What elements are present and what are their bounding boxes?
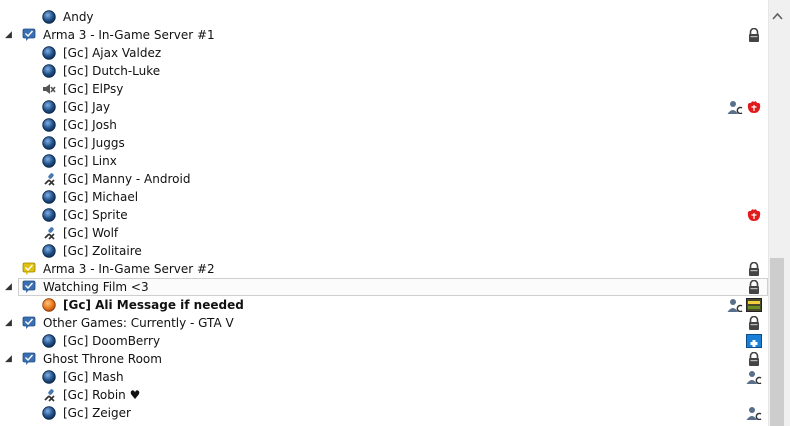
client-name: [Gc] DoomBerry	[63, 334, 161, 348]
channel-row[interactable]: ◢ Other Games: Currently - GTA V	[0, 314, 768, 332]
client-name: [Gc] Zolitaire	[63, 244, 142, 258]
client-row[interactable]: [Gc] Josh	[0, 116, 768, 134]
client-name: Andy	[63, 10, 94, 24]
client-name: [Gc] Ajax Valdez	[63, 46, 162, 60]
lock-icon	[746, 261, 762, 276]
expand-collapse-icon[interactable]: ◢	[5, 278, 15, 296]
client-name: [Gc] Dutch-Luke	[63, 64, 161, 78]
client-name: [Gc] Wolf	[63, 226, 119, 240]
lock-icon	[746, 351, 762, 366]
channel-icon	[22, 280, 36, 294]
client-name: [Gc] Josh	[63, 118, 117, 132]
channel-name: Other Games: Currently - GTA V	[43, 316, 234, 330]
contact-icon	[746, 406, 762, 421]
client-name: [Gc] Sprite	[63, 208, 128, 222]
channel-row[interactable]: ◢ Ghost Throne Room	[0, 350, 768, 368]
client-row[interactable]: [Gc] Ajax Valdez	[0, 44, 768, 62]
contact-icon	[746, 370, 762, 385]
army-badge-icon	[746, 298, 762, 312]
speaker-muted-icon	[42, 82, 56, 96]
user-status-icon	[42, 244, 56, 258]
nhs-badge-icon	[746, 334, 762, 348]
expand-collapse-icon[interactable]: ◢	[5, 314, 15, 332]
client-name: [Gc] Robin ♥	[63, 388, 141, 402]
user-status-icon	[42, 370, 56, 384]
user-status-icon	[42, 118, 56, 132]
client-row[interactable]: [Gc] Juggs	[0, 134, 768, 152]
client-name: [Gc] Manny - Android	[63, 172, 191, 186]
client-name: [Gc] Mash	[63, 370, 124, 384]
client-row[interactable]: [Gc] Mash	[0, 368, 768, 386]
user-away-icon	[42, 298, 56, 312]
client-row[interactable]: [Gc] Wolf	[0, 224, 768, 242]
channel-name: Watching Film <3	[43, 280, 149, 294]
channel-tree-window: Andy ◢ Arma 3 - In-Game Server #1 [Gc] Ajax…	[0, 0, 790, 426]
client-row[interactable]: [Gc] ElPsy	[0, 80, 768, 98]
scroll-up-arrow-icon[interactable]	[769, 8, 786, 25]
scrollbar-thumb[interactable]	[770, 258, 784, 426]
client-row[interactable]: [Gc] Zolitaire	[0, 242, 768, 260]
window-edge	[785, 0, 790, 426]
expand-collapse-icon[interactable]: ◢	[5, 26, 15, 44]
client-row[interactable]: [Gc] Michael	[0, 188, 768, 206]
client-row[interactable]: [Gc] Dutch-Luke	[0, 62, 768, 80]
channel-row[interactable]: Arma 3 - In-Game Server #2	[0, 260, 768, 278]
client-row[interactable]: [Gc] Sprite	[0, 206, 768, 224]
client-name: [Gc] ElPsy	[63, 82, 124, 96]
channel-name: Arma 3 - In-Game Server #1	[43, 28, 215, 42]
user-status-icon	[42, 46, 56, 60]
microphone-muted-icon	[42, 172, 56, 186]
client-row[interactable]: [Gc] Linx	[0, 152, 768, 170]
user-status-icon	[42, 10, 56, 24]
client-row[interactable]: [Gc] Robin ♥	[0, 386, 768, 404]
lock-icon	[746, 27, 762, 42]
client-name: [Gc] Ali Message if needed	[63, 298, 244, 312]
client-row[interactable]: [Gc] Jay	[0, 98, 768, 116]
client-name: [Gc] Juggs	[63, 136, 125, 150]
lock-icon	[746, 279, 762, 294]
user-status-icon	[42, 406, 56, 420]
user-status-icon	[42, 64, 56, 78]
channel-name: Ghost Throne Room	[43, 352, 162, 366]
expand-collapse-icon[interactable]: ◢	[5, 350, 15, 368]
flower-badge-icon	[746, 208, 762, 222]
user-status-icon	[42, 208, 56, 222]
channel-row[interactable]: ◢ Arma 3 - In-Game Server #1	[0, 26, 768, 44]
user-status-icon	[42, 154, 56, 168]
microphone-muted-icon	[42, 226, 56, 240]
client-name: [Gc] Michael	[63, 190, 139, 204]
channel-icon	[22, 316, 36, 330]
channel-row[interactable]: ◢ Watching Film <3	[0, 278, 768, 296]
channel-icon	[22, 28, 36, 42]
client-row[interactable]: [Gc] DoomBerry	[0, 332, 768, 350]
microphone-muted-icon	[42, 388, 56, 402]
channel-full-icon	[22, 262, 36, 276]
flower-badge-icon	[746, 100, 762, 114]
client-row[interactable]: [Gc] Ali Message if needed	[0, 296, 768, 314]
user-status-icon	[42, 100, 56, 114]
channel-name: Arma 3 - In-Game Server #2	[43, 262, 215, 276]
channel-tree[interactable]: Andy ◢ Arma 3 - In-Game Server #1 [Gc] Ajax…	[0, 8, 768, 426]
contact-icon	[727, 298, 743, 313]
client-row[interactable]: [Gc] Manny - Android	[0, 170, 768, 188]
client-row[interactable]: [Gc] Zeiger	[0, 404, 768, 422]
client-row[interactable]: Andy	[0, 8, 768, 26]
client-name: [Gc] Linx	[63, 154, 117, 168]
client-name: [Gc] Jay	[63, 100, 111, 114]
user-status-icon	[42, 136, 56, 150]
user-status-icon	[42, 190, 56, 204]
channel-icon	[22, 352, 36, 366]
user-status-icon	[42, 334, 56, 348]
vertical-scrollbar[interactable]	[768, 0, 786, 426]
client-name: [Gc] Zeiger	[63, 406, 131, 420]
top-border	[0, 0, 790, 8]
lock-icon	[746, 315, 762, 330]
contact-icon	[727, 100, 743, 115]
